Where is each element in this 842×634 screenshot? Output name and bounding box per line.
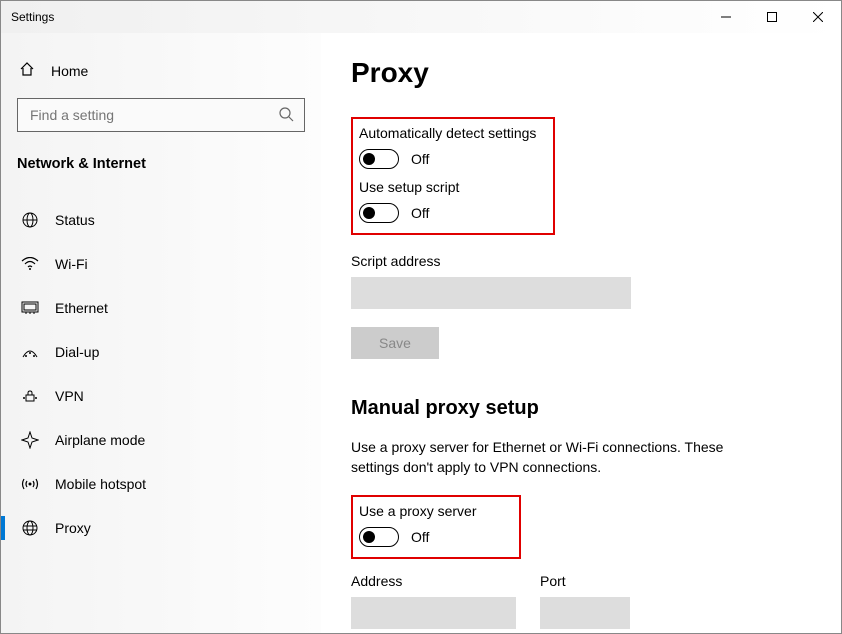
use-proxy-label: Use a proxy server: [359, 503, 509, 519]
address-input[interactable]: [351, 597, 516, 629]
vpn-icon: [21, 389, 39, 403]
sidebar-item-wifi[interactable]: Wi-Fi: [17, 242, 305, 286]
sidebar-item-label: Proxy: [55, 520, 91, 536]
hotspot-icon: [21, 477, 39, 491]
ethernet-icon: [21, 301, 39, 315]
highlight-box-auto: Automatically detect settings Off Use se…: [351, 117, 555, 235]
titlebar: Settings: [1, 1, 841, 33]
use-proxy-state: Off: [411, 529, 429, 545]
page-title: Proxy: [351, 57, 811, 89]
maximize-button[interactable]: [749, 1, 795, 33]
search-box[interactable]: [17, 98, 305, 132]
sidebar-item-label: Ethernet: [55, 300, 108, 316]
airplane-icon: [21, 431, 39, 449]
sidebar-item-label: Dial-up: [55, 344, 99, 360]
home-label: Home: [51, 63, 88, 79]
main-content: Proxy Automatically detect settings Off …: [321, 33, 841, 633]
highlight-box-manual: Use a proxy server Off: [351, 495, 521, 559]
sidebar-item-hotspot[interactable]: Mobile hotspot: [17, 462, 305, 506]
home-link[interactable]: Home: [17, 55, 305, 98]
script-address-label: Script address: [351, 253, 811, 269]
sidebar-item-label: Mobile hotspot: [55, 476, 146, 492]
sidebar-item-vpn[interactable]: VPN: [17, 374, 305, 418]
auto-detect-label: Automatically detect settings: [359, 125, 543, 141]
sidebar-item-ethernet[interactable]: Ethernet: [17, 286, 305, 330]
sidebar-item-status[interactable]: Status: [17, 198, 305, 242]
sidebar-item-proxy[interactable]: Proxy: [17, 506, 305, 550]
port-input[interactable]: [540, 597, 630, 629]
close-button[interactable]: [795, 1, 841, 33]
use-proxy-toggle[interactable]: [359, 527, 399, 547]
sidebar-item-dialup[interactable]: Dial-up: [17, 330, 305, 374]
home-icon: [19, 61, 37, 80]
window-title: Settings: [1, 10, 54, 24]
save-button: Save: [351, 327, 439, 359]
auto-detect-toggle[interactable]: [359, 149, 399, 169]
manual-description: Use a proxy server for Ethernet or Wi-Fi…: [351, 438, 771, 477]
search-icon: [278, 106, 294, 125]
sidebar-item-airplane[interactable]: Airplane mode: [17, 418, 305, 462]
address-label: Address: [351, 573, 516, 589]
setup-script-toggle[interactable]: [359, 203, 399, 223]
category-header: Network & Internet: [17, 156, 305, 172]
wifi-icon: [21, 257, 39, 271]
status-icon: [21, 211, 39, 229]
sidebar-item-label: Status: [55, 212, 95, 228]
sidebar-item-label: Wi-Fi: [55, 256, 88, 272]
manual-heading: Manual proxy setup: [351, 397, 811, 420]
script-address-input[interactable]: [351, 277, 631, 309]
sidebar-item-label: VPN: [55, 388, 84, 404]
setup-script-label: Use setup script: [359, 179, 543, 195]
search-input[interactable]: [28, 106, 278, 124]
proxy-icon: [21, 519, 39, 537]
setup-script-state: Off: [411, 205, 429, 221]
auto-detect-state: Off: [411, 151, 429, 167]
port-label: Port: [540, 573, 630, 589]
minimize-button[interactable]: [703, 1, 749, 33]
sidebar: Home Network & Internet Status Wi-Fi: [1, 33, 321, 633]
dialup-icon: [21, 345, 39, 359]
sidebar-item-label: Airplane mode: [55, 432, 145, 448]
